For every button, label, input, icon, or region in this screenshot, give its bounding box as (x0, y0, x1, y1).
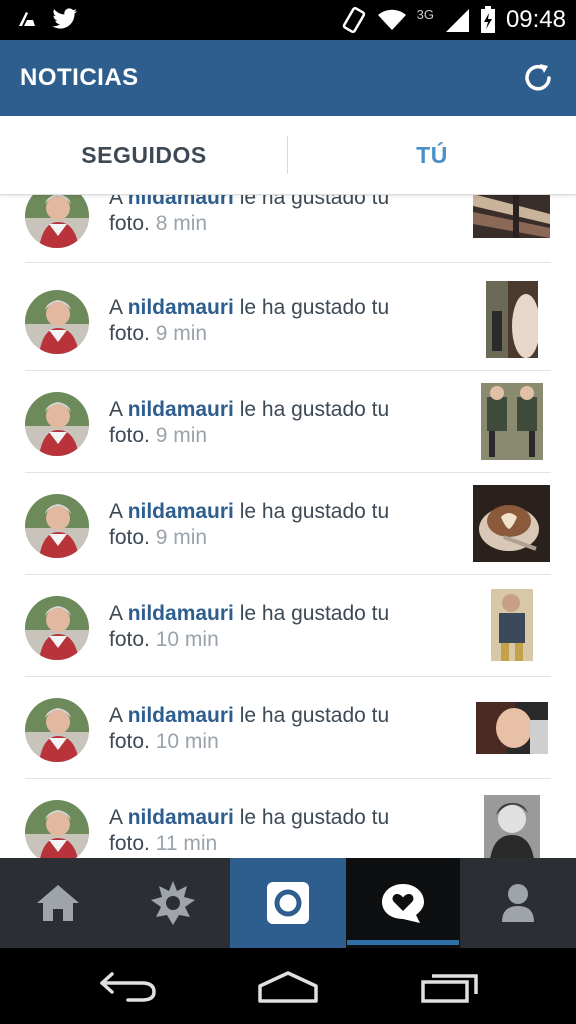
twitter-icon (52, 8, 77, 29)
username-link[interactable]: nildamauri (128, 296, 234, 319)
home-icon (36, 885, 79, 921)
timestamp: 9 min (155, 424, 208, 447)
profile-icon (502, 884, 534, 922)
username-link[interactable]: nildamauri (128, 500, 234, 523)
username-link[interactable]: nildamauri (128, 398, 234, 421)
photo-thumbnail[interactable] (486, 281, 538, 358)
photo-thumbnail[interactable] (476, 702, 548, 754)
network-type: 3G (416, 6, 434, 22)
explore-icon (150, 881, 195, 925)
bottom-navigation (0, 858, 576, 948)
photo-thumbnail[interactable] (473, 194, 550, 238)
nav-home[interactable] (0, 858, 115, 948)
home-outline-icon[interactable] (256, 970, 320, 1004)
signal-icon (445, 9, 469, 32)
notification-text: A nildamauri le ha gustado tu foto. 11 m… (109, 806, 390, 855)
username-link[interactable]: nildamauri (128, 602, 234, 625)
photo-thumbnail[interactable] (491, 589, 533, 661)
status-bar: 3G 09:48 (0, 0, 576, 40)
tab-seguidos[interactable]: SEGUIDOS (0, 116, 288, 194)
list-item[interactable]: A nildamauri le ha gustado tu foto. 10 m… (25, 574, 551, 677)
timestamp: 10 min (155, 730, 219, 753)
battery-charging-icon (480, 6, 495, 33)
timestamp: 10 min (155, 628, 219, 651)
timestamp: 11 min (155, 832, 218, 855)
vibrate-icon (342, 6, 365, 34)
recent-apps-icon[interactable] (420, 970, 480, 1004)
username-link[interactable]: nildamauri (128, 194, 234, 209)
notification-text: A nildamauri le ha gustado tu foto. 9 mi… (109, 296, 390, 345)
tab-tu[interactable]: TÚ (288, 116, 576, 194)
photo-thumbnail[interactable] (484, 795, 540, 858)
wifi-icon (377, 9, 406, 30)
back-icon[interactable] (98, 968, 158, 1004)
timestamp: 8 min (155, 212, 208, 235)
list-item[interactable]: A nildamauri le ha gustado tu foto. 9 mi… (25, 472, 551, 575)
cleaner-icon (19, 12, 35, 26)
notification-text: A nildamauri le ha gustado tu foto. 10 m… (109, 602, 390, 651)
timestamp: 9 min (155, 322, 208, 345)
avatar[interactable] (25, 698, 89, 762)
notification-text: A nildamauri le ha gustado tu foto. 9 mi… (109, 398, 390, 447)
system-navigation (0, 948, 576, 1024)
list-item[interactable]: A nildamauri le ha gustado tu foto. 9 mi… (25, 370, 551, 473)
avatar[interactable] (25, 800, 89, 858)
activity-heart-icon (382, 884, 424, 923)
active-tab-indicator (347, 940, 459, 945)
nav-explore[interactable] (115, 858, 230, 948)
avatar[interactable] (25, 194, 89, 248)
nav-camera[interactable] (230, 858, 346, 948)
clock: 09:48 (505, 6, 566, 33)
avatar[interactable] (25, 290, 89, 354)
avatar[interactable] (25, 596, 89, 660)
page-title: NOTICIAS (20, 64, 139, 91)
notifications-list: A nildamauri le ha gustado tu foto. 8 mi… (0, 194, 576, 858)
photo-thumbnail[interactable] (473, 485, 550, 562)
notification-text: A nildamauri le ha gustado tu foto. 9 mi… (109, 500, 390, 549)
notification-text: A nildamauri le ha gustado tu foto. 10 m… (109, 704, 390, 753)
username-link[interactable]: nildamauri (128, 704, 234, 727)
nav-activity[interactable] (346, 858, 460, 948)
list-item[interactable]: A nildamauri le ha gustado tu foto. 9 mi… (25, 268, 551, 371)
avatar[interactable] (25, 392, 89, 456)
timestamp: 9 min (155, 526, 208, 549)
refresh-icon[interactable] (520, 60, 556, 96)
app-header: NOTICIAS (0, 40, 576, 116)
list-item[interactable]: A nildamauri le ha gustado tu foto. 11 m… (25, 778, 551, 858)
nav-profile[interactable] (460, 858, 576, 948)
list-item[interactable]: A nildamauri le ha gustado tu foto. 8 mi… (25, 194, 551, 263)
feed-tabs: SEGUIDOS TÚ (0, 116, 576, 195)
camera-icon (267, 882, 309, 924)
list-item[interactable]: A nildamauri le ha gustado tu foto. 10 m… (25, 676, 551, 779)
notification-text: A nildamauri le ha gustado tu foto. 8 mi… (109, 194, 419, 237)
photo-thumbnail[interactable] (481, 383, 543, 460)
avatar[interactable] (25, 494, 89, 558)
username-link[interactable]: nildamauri (128, 806, 234, 829)
